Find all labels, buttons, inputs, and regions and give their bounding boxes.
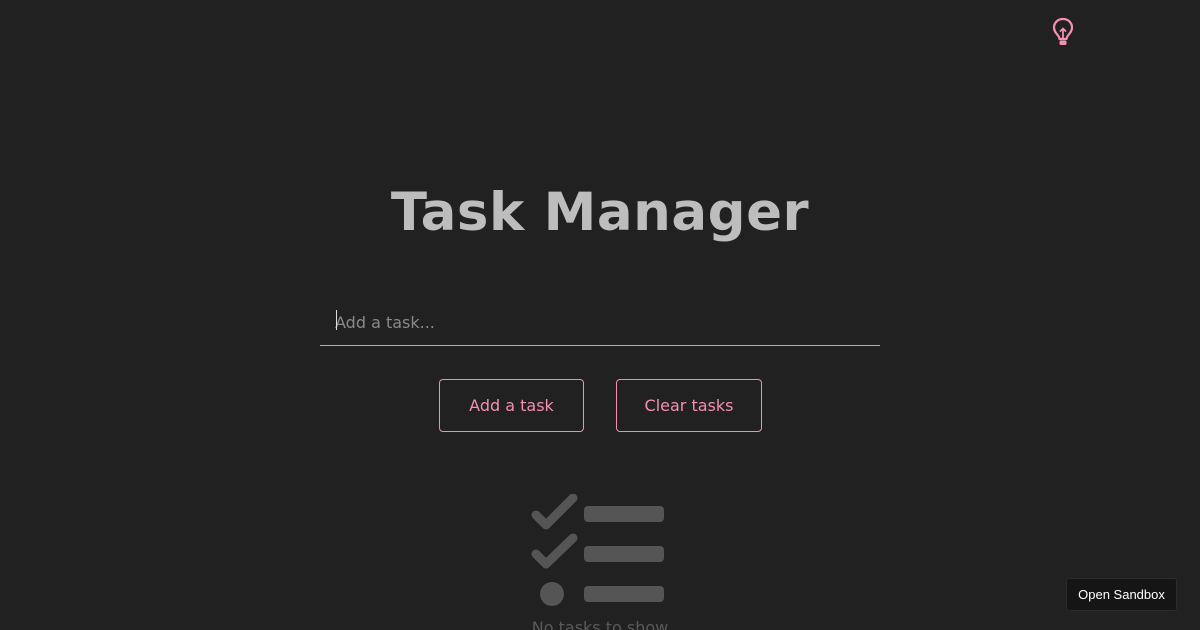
page-title: Task Manager: [390, 182, 810, 243]
task-list-illustration-icon: [531, 494, 664, 606]
text-cursor: [336, 310, 337, 330]
open-sandbox-button[interactable]: Open Sandbox: [1066, 578, 1177, 611]
clear-tasks-button[interactable]: Clear tasks: [616, 379, 762, 432]
theme-toggle-button[interactable]: [1048, 16, 1078, 48]
empty-state-text: No tasks to show: [531, 618, 669, 630]
add-task-button[interactable]: Add a task: [439, 379, 584, 432]
task-input[interactable]: [320, 300, 880, 346]
lightbulb-icon: [1052, 17, 1074, 45]
task-manager-page: Task Manager Add a task Clear tasks No t…: [0, 0, 1200, 630]
